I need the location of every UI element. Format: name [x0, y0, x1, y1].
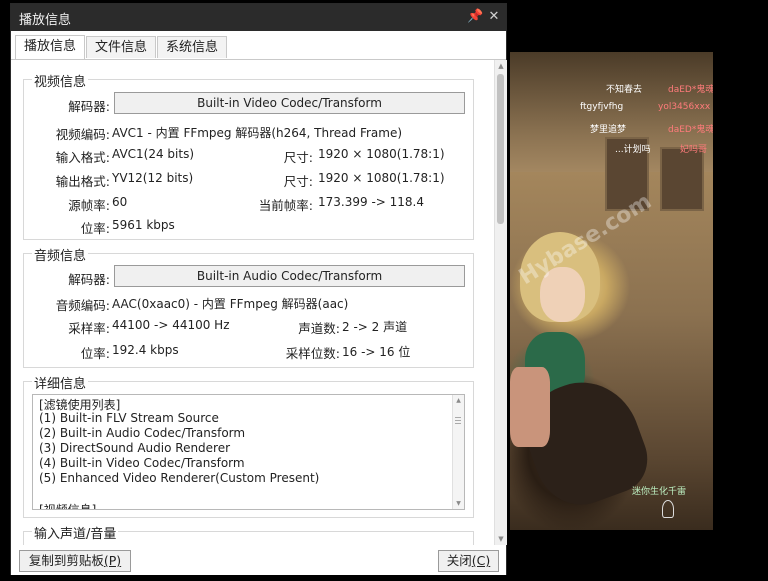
tab-playback-info[interactable]: 播放信息	[15, 35, 86, 59]
audio-codec-label: 音频编码:	[55, 298, 110, 313]
tab-file-info[interactable]: 文件信息	[86, 36, 157, 58]
bitdepth-label: 采样位数:	[285, 346, 340, 361]
tab-strip: 播放信息 文件信息 系统信息	[11, 34, 506, 60]
scroll-down-arrow-icon[interactable]: ▼	[453, 498, 464, 509]
audio-decoder-label: 解码器:	[68, 272, 110, 287]
video-info-group: 视频信息 解码器: Built-in Video Codec/Transform…	[23, 71, 474, 240]
output-format-label: 输出格式:	[55, 174, 110, 189]
audio-bitrate-label: 位率:	[80, 346, 110, 361]
details-title: 详细信息	[32, 373, 89, 392]
main-scrollbar[interactable]: ▲ ▼	[494, 60, 507, 545]
output-size-label: 尺寸:	[283, 174, 313, 189]
button-bar: 复制到剪贴板(P) 关闭(C)	[11, 545, 506, 575]
video-codec-label: 视频编码:	[55, 127, 110, 142]
details-line: (5) Enhanced Video Renderer(Custom Prese…	[39, 471, 320, 485]
tab-system-info[interactable]: 系统信息	[157, 36, 228, 58]
video-bitrate-value: 5961 kbps	[112, 218, 175, 232]
input-format-value: AVC1(24 bits)	[112, 147, 195, 161]
close-button-label: 关闭	[446, 553, 472, 568]
kill-feed-victim: daED*鬼魂	[668, 85, 713, 95]
source-fps-value: 60	[112, 195, 128, 209]
kill-feed-killer: 不知春去	[606, 85, 643, 95]
details-scrollbar[interactable]: ▲ ▼	[452, 395, 464, 509]
video-preview: 不知春去 daED*鬼魂 ftgyfjvfhg yol3456xxx 梦里追梦 …	[510, 52, 713, 530]
samplerate-label: 采样率:	[68, 321, 110, 336]
player-figure-icon	[662, 500, 674, 518]
current-fps-value: 173.399 -> 118.4	[318, 195, 424, 209]
details-line: (3) DirectSound Audio Renderer	[39, 441, 231, 455]
tab-content: 视频信息 解码器: Built-in Video Codec/Transform…	[11, 60, 494, 545]
details-line: [视频信息]	[39, 503, 97, 510]
input-size-value: 1920 × 1080(1.78:1)	[318, 147, 445, 161]
window-shape	[660, 147, 704, 211]
player-arm	[510, 367, 550, 447]
audio-codec-value: AAC(0xaac0) - 内置 FFmpeg 解码器(aac)	[112, 297, 349, 311]
video-bitrate-label: 位率:	[80, 221, 110, 236]
kill-feed-killer: ftgyfjvfhg	[580, 102, 624, 112]
details-group: 详细信息 [滤镜使用列表] (1) Built-in FLV Stream So…	[23, 373, 474, 518]
audio-decoder-button[interactable]: Built-in Audio Codec/Transform	[114, 265, 465, 287]
input-format-label: 输入格式:	[55, 150, 110, 165]
scroll-up-arrow-icon[interactable]: ▲	[453, 395, 464, 406]
scroll-up-arrow-icon[interactable]: ▲	[495, 60, 507, 72]
kill-feed-victim: yol3456xxx	[658, 102, 711, 112]
playback-info-dialog: 播放信息 📌 ✕ 播放信息 文件信息 系统信息 视频信息 解码器: Built-…	[10, 3, 507, 575]
audio-info-group: 音频信息 解码器: Built-in Audio Codec/Transform…	[23, 245, 474, 368]
audio-bitrate-value: 192.4 kbps	[112, 343, 179, 357]
output-format-value: YV12(12 bits)	[112, 171, 194, 185]
player-name: 迷你生化千雷	[632, 487, 687, 497]
input-channel-group: 输入声道/音量	[23, 523, 474, 545]
kill-feed-victim: 妃吗哥	[680, 145, 708, 155]
source-fps-label: 源帧率:	[68, 198, 110, 213]
kill-feed-killer: 梦里追梦	[590, 125, 627, 135]
close-icon[interactable]: ✕	[486, 8, 502, 26]
pin-icon[interactable]: 📌	[467, 8, 483, 26]
title-bar[interactable]: 播放信息 📌 ✕	[11, 4, 506, 31]
video-codec-value: AVC1 - 内置 FFmpeg 解码器(h264, Thread Frame)	[112, 126, 403, 140]
copy-to-clipboard-button[interactable]: 复制到剪贴板(P)	[19, 550, 131, 572]
window-title: 播放信息	[19, 13, 72, 28]
video-decoder-button[interactable]: Built-in Video Codec/Transform	[114, 92, 465, 114]
audio-info-title: 音频信息	[32, 245, 89, 264]
input-channel-title: 输入声道/音量	[32, 523, 119, 542]
copy-button-hotkey: (P)	[103, 553, 122, 568]
channels-label: 声道数:	[298, 321, 340, 336]
scroll-grip	[455, 423, 461, 424]
samplerate-value: 44100 -> 44100 Hz	[112, 318, 230, 332]
close-button[interactable]: 关闭(C)	[438, 550, 499, 572]
video-info-title: 视频信息	[32, 71, 89, 90]
copy-button-label: 复制到剪贴板	[28, 553, 104, 568]
input-size-label: 尺寸:	[283, 150, 313, 165]
output-size-value: 1920 × 1080(1.78:1)	[318, 171, 445, 185]
kill-feed-victim: daED*鬼魂	[668, 125, 713, 135]
scroll-down-arrow-icon[interactable]: ▼	[495, 533, 507, 545]
current-fps-label: 当前帧率:	[258, 198, 313, 213]
details-line: (1) Built-in FLV Stream Source	[39, 411, 219, 425]
bitdepth-value: 16 -> 16 位	[342, 345, 411, 359]
details-textbox[interactable]: [滤镜使用列表] (1) Built-in FLV Stream Source …	[32, 394, 465, 510]
kill-feed-killer: ...计划吗	[615, 145, 651, 155]
details-line: (2) Built-in Audio Codec/Transform	[39, 426, 246, 440]
details-line: (4) Built-in Video Codec/Transform	[39, 456, 245, 470]
close-button-hotkey: (C)	[471, 553, 491, 568]
scroll-thumb[interactable]	[497, 74, 504, 224]
scroll-grip	[455, 417, 461, 418]
scroll-grip	[455, 420, 461, 421]
video-decoder-label: 解码器:	[68, 99, 110, 114]
channels-value: 2 -> 2 声道	[342, 320, 408, 334]
